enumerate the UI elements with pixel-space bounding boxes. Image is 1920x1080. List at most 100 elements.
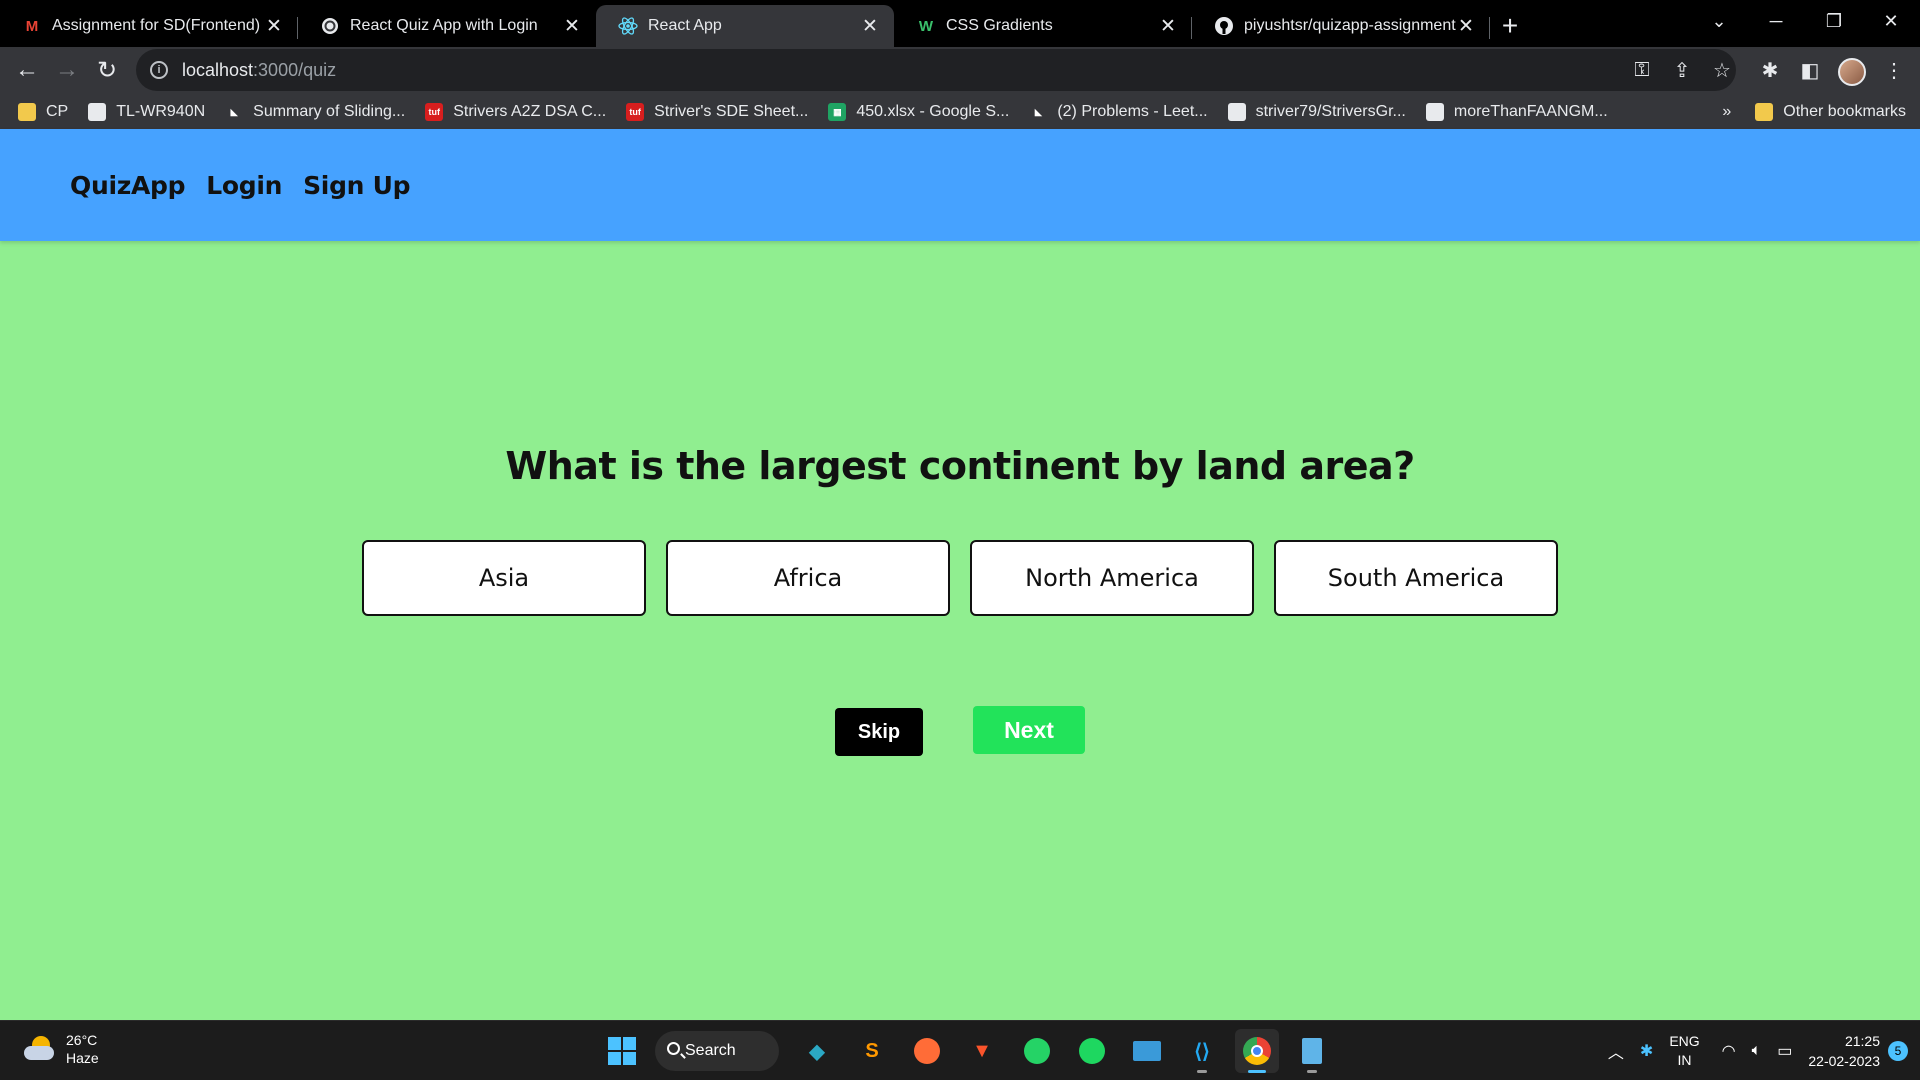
extensions-icon[interactable]: ✱ (1754, 54, 1786, 86)
start-button[interactable] (600, 1029, 644, 1073)
tab-github[interactable]: piyushtsr/quizapp-assignment ✕ (1192, 5, 1490, 47)
tab-gmail[interactable]: M Assignment for SD(Frontend) Inte ✕ (0, 5, 298, 47)
bookmark-label: Other bookmarks (1783, 103, 1906, 120)
other-bookmarks[interactable]: Other bookmarks (1755, 103, 1906, 121)
browser-tab-strip: M Assignment for SD(Frontend) Inte ✕ Rea… (0, 0, 1920, 47)
bookmark-item[interactable]: tuf Striver's SDE Sheet... (626, 103, 808, 121)
share-icon[interactable]: ⇪ (1666, 54, 1698, 86)
close-icon[interactable]: ✕ (1158, 15, 1178, 38)
nav-login-link[interactable]: Login (206, 171, 282, 200)
site-info-icon[interactable]: i (150, 61, 168, 79)
star-icon[interactable]: ☆ (1706, 54, 1738, 86)
chevron-right-icon[interactable]: » (1722, 103, 1731, 121)
chatgpt-icon (320, 16, 340, 36)
bookmark-label: moreThanFAANGM... (1453, 103, 1608, 120)
reload-icon[interactable]: ↻ (90, 53, 124, 87)
browser-toolbar: ← → ↻ i localhost:3000/quiz ⚿ ⇪ ☆ ✱ ◧ ⋮ … (0, 47, 1920, 129)
forward-icon[interactable]: → (50, 53, 84, 87)
notepad-icon[interactable] (1290, 1029, 1334, 1073)
language-indicator[interactable]: ENG IN (1669, 1032, 1699, 1070)
notification-badge[interactable]: 5 (1888, 1041, 1908, 1061)
tab-title: piyushtsr/quizapp-assignment (1244, 17, 1456, 34)
tab-title: React Quiz App with Login (350, 17, 538, 34)
system-tray: ︿ ✱ ENG IN ◠ 🔈︎ ▭ 21:25 22-02-2023 5 (1608, 1021, 1920, 1080)
tab-search-icon[interactable]: ⌄ (1690, 0, 1748, 42)
sublime-icon[interactable]: S (850, 1029, 894, 1073)
close-icon[interactable]: ✕ (562, 15, 582, 38)
taskbar-search[interactable]: Search (655, 1031, 779, 1071)
option-button[interactable]: Africa (666, 540, 950, 616)
bookmark-label: 450.xlsx - Google S... (856, 103, 1010, 120)
gitkraken-icon[interactable]: ◆ (795, 1029, 839, 1073)
lang-code: ENG (1669, 1033, 1700, 1049)
bookmark-item[interactable]: ◣ (2) Problems - Leet... (1029, 103, 1208, 121)
globe-icon (1425, 103, 1444, 121)
postman-icon[interactable] (905, 1029, 949, 1073)
bookmark-label: Strivers A2Z DSA C... (453, 103, 607, 120)
weather-widget[interactable]: 26°C Haze (22, 1031, 99, 1067)
windows-icon (608, 1037, 636, 1065)
nav-signup-link[interactable]: Sign Up (303, 171, 410, 200)
app-navbar: QuizApp Login Sign Up (0, 129, 1920, 241)
tab-title: Assignment for SD(Frontend) Inte (52, 17, 264, 34)
bookmark-item[interactable]: ▦ 450.xlsx - Google S... (828, 103, 1009, 121)
weather-icon (22, 1034, 56, 1064)
spotify-icon[interactable] (1070, 1029, 1114, 1073)
url-host: localhost (182, 59, 254, 80)
bookmark-item[interactable]: TL-WR940N (88, 103, 205, 121)
desktop-icon[interactable] (1125, 1029, 1169, 1073)
whatsapp-icon[interactable] (1015, 1029, 1059, 1073)
bookmark-label: Summary of Sliding... (253, 103, 406, 120)
close-icon[interactable]: ✕ (1456, 15, 1476, 38)
leetcode-icon: ◣ (1034, 106, 1042, 117)
bookmark-item[interactable]: moreThanFAANGM... (1425, 103, 1608, 121)
nav-brand-link[interactable]: QuizApp (70, 171, 186, 200)
bookmark-label: Striver's SDE Sheet... (654, 103, 809, 120)
folder-icon (18, 103, 36, 121)
clock-date: 22-02-2023 (1808, 1053, 1880, 1069)
leetcode-icon: ◣ (230, 106, 238, 117)
back-icon[interactable]: ← (10, 53, 44, 87)
chrome-icon[interactable] (1235, 1029, 1279, 1073)
clock[interactable]: 21:25 22-02-2023 (1808, 1031, 1880, 1071)
bookmark-label: TL-WR940N (116, 103, 206, 120)
search-icon (667, 1042, 680, 1055)
brave-icon[interactable]: ▼ (960, 1029, 1004, 1073)
side-panel-icon[interactable]: ◧ (1794, 54, 1826, 86)
chevron-up-icon[interactable]: ︿ (1608, 1039, 1624, 1063)
bookmark-item[interactable]: CP (18, 103, 68, 121)
bookmark-item[interactable]: striver79/StriversGr... (1227, 103, 1406, 121)
bookmark-item[interactable]: ◣ Summary of Sliding... (225, 103, 406, 121)
bluetooth-icon[interactable]: ✱ (1640, 1041, 1653, 1061)
menu-icon[interactable]: ⋮ (1878, 54, 1910, 86)
windows-taskbar: 26°C Haze Search ◆ S ▼ ⟨⟩ ︿ ✱ ENG IN ◠ 🔈… (0, 1020, 1920, 1080)
lang-region: IN (1677, 1052, 1692, 1068)
tuf-icon: tuf (425, 103, 444, 121)
tab-css-gradients[interactable]: W CSS Gradients ✕ (894, 5, 1192, 47)
battery-icon[interactable]: ▭ (1777, 1041, 1792, 1061)
tab-react-app[interactable]: React App ✕ (596, 5, 894, 47)
new-tab-button[interactable]: + (1490, 5, 1530, 47)
sheets-icon: ▦ (828, 103, 847, 121)
bookmarks-bar: CP TL-WR940N ◣ Summary of Sliding... tuf S… (0, 95, 1920, 129)
restore-icon[interactable]: ❐ (1805, 0, 1863, 42)
react-icon (618, 16, 638, 36)
key-icon[interactable]: ⚿ (1626, 54, 1658, 86)
volume-icon[interactable]: 🔈︎ (1752, 1042, 1762, 1060)
option-button[interactable]: North America (970, 540, 1254, 616)
option-button[interactable]: Asia (362, 540, 646, 616)
skip-button[interactable]: Skip (835, 708, 923, 756)
close-icon[interactable]: ✕ (264, 15, 284, 38)
next-button[interactable]: Next (973, 706, 1085, 754)
window-close-icon[interactable]: ✕ (1862, 0, 1920, 42)
bookmarks-overflow: » Other bookmarks (1722, 95, 1906, 129)
minimize-icon[interactable]: ─ (1747, 0, 1805, 42)
profile-avatar[interactable] (1838, 58, 1866, 86)
address-bar[interactable]: i localhost:3000/quiz (136, 49, 1736, 91)
tab-chatgpt[interactable]: React Quiz App with Login ✕ (298, 5, 596, 47)
option-button[interactable]: South America (1274, 540, 1558, 616)
vscode-icon[interactable]: ⟨⟩ (1180, 1029, 1224, 1073)
close-icon[interactable]: ✕ (860, 15, 880, 38)
wifi-icon[interactable]: ◠ (1722, 1041, 1736, 1061)
bookmark-item[interactable]: tuf Strivers A2Z DSA C... (425, 103, 606, 121)
